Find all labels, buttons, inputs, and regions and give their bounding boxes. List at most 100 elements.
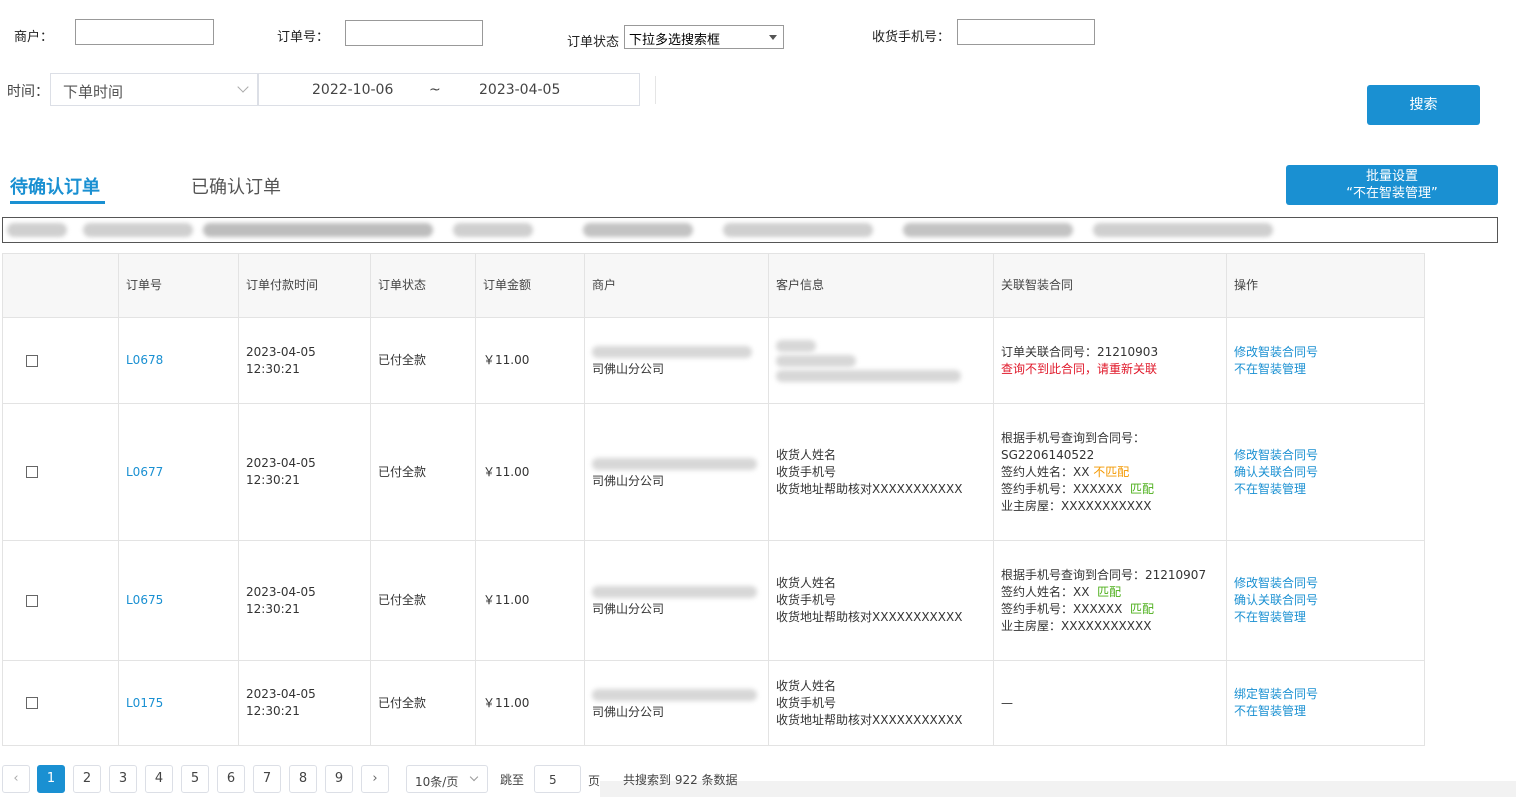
modify-contract-link[interactable]: 修改智装合同号 — [1234, 344, 1417, 361]
merchant-label: 商户： — [14, 30, 54, 45]
contract-error: 查询不到此合同，请重新关联 — [1001, 361, 1158, 376]
redacted-text — [592, 688, 757, 701]
page-button-1[interactable]: 1 — [37, 765, 65, 793]
page-button-9[interactable]: 9 — [325, 765, 353, 793]
contract-query: 根据手机号查询到合同号： — [1001, 430, 1146, 445]
order-status: 已付全款 — [370, 660, 476, 746]
header-pay-time: 订单付款时间 — [238, 253, 371, 318]
order-no-input[interactable] — [345, 20, 483, 46]
jump-label: 跳至 — [500, 773, 525, 787]
order-no-link[interactable]: L0175 — [126, 696, 163, 710]
search-button[interactable]: 搜索 — [1367, 85, 1480, 125]
header-actions: 操作 — [1226, 253, 1425, 318]
batch-button-line1: 批量设置 — [1365, 169, 1418, 184]
redacted-text — [7, 223, 67, 237]
redacted-text — [1093, 223, 1273, 237]
order-status-value: 下拉多选搜索框 — [629, 33, 721, 48]
phone-input[interactable] — [957, 19, 1095, 45]
page-button-5[interactable]: 5 — [181, 765, 209, 793]
date-end[interactable]: 2023-04-05 — [479, 82, 560, 98]
receiver-name: 收货人姓名 — [776, 678, 837, 693]
modify-contract-link[interactable]: 修改智装合同号 — [1234, 447, 1417, 464]
redacted-text — [583, 223, 693, 237]
order-amount: ￥11.00 — [475, 403, 585, 541]
not-managed-link[interactable]: 不在智装管理 — [1234, 361, 1417, 378]
bind-contract-link[interactable]: 绑定智装合同号 — [1234, 686, 1417, 703]
row-checkbox[interactable] — [26, 354, 38, 367]
chevron-down-icon — [469, 772, 479, 782]
row-checkbox[interactable] — [26, 466, 38, 478]
signer-name-row: 签约人姓名：XX 匹配 — [1001, 584, 1219, 601]
row-checkbox[interactable] — [26, 594, 38, 607]
prev-page-button[interactable]: ‹ — [2, 765, 30, 793]
page-button-3[interactable]: 3 — [109, 765, 137, 793]
batch-not-managed-button[interactable]: 批量设置 “不在智装管理” — [1286, 165, 1498, 205]
customer-cell: 收货人姓名 收货手机号 收货地址帮助核对XXXXXXXXXXX — [768, 660, 994, 746]
order-amount: ￥11.00 — [475, 660, 585, 746]
row-checkbox[interactable] — [26, 697, 38, 709]
pay-time: 2023-04-05 12:30:21 — [238, 540, 371, 661]
next-page-button[interactable]: › — [361, 765, 389, 793]
chevron-right-icon: › — [372, 771, 378, 786]
page-button-8[interactable]: 8 — [289, 765, 317, 793]
contract-cell: 根据手机号查询到合同号： SG2206140522 签约人姓名：XX 不匹配 签… — [993, 403, 1227, 541]
redacted-text — [723, 223, 873, 237]
receiver-name: 收货人姓名 — [776, 576, 837, 590]
tab-pending-orders[interactable]: 待确认订单 — [10, 173, 100, 199]
order-no-link[interactable]: L0677 — [126, 465, 163, 479]
customer-cell: 收货人姓名 收货手机号 收货地址帮助核对XXXXXXXXXXX — [768, 403, 994, 541]
page-button-7[interactable]: 7 — [253, 765, 281, 793]
pay-time: 2023-04-05 12:30:21 — [238, 317, 371, 404]
owner-house: 业主房屋：XXXXXXXXXXX — [1001, 618, 1152, 633]
match-status-badge: 匹配 — [1097, 584, 1122, 599]
redacted-text — [453, 223, 533, 237]
actions-cell: 修改智装合同号 不在智装管理 — [1226, 317, 1425, 404]
time-type-select[interactable]: 下单时间 — [50, 73, 258, 106]
date-start[interactable]: 2022-10-06 — [312, 82, 393, 98]
date-range-picker[interactable]: 2022-10-06 ~ 2023-04-05 — [258, 73, 640, 106]
header-customer: 客户信息 — [768, 253, 994, 318]
modify-contract-link[interactable]: 修改智装合同号 — [1234, 575, 1417, 592]
merchant-cell: 司佛山分公司 — [584, 317, 769, 404]
page-button-2[interactable]: 2 — [73, 765, 101, 793]
signer-phone-row: 签约手机号：XXXXXX 匹配 — [1001, 601, 1219, 618]
match-status-badge: 不匹配 — [1093, 464, 1130, 479]
order-amount: ￥11.00 — [475, 317, 585, 404]
page-size-select[interactable]: 10条/页 — [406, 765, 488, 793]
page-button-4[interactable]: 4 — [145, 765, 173, 793]
orders-table: 订单号 订单付款时间 订单状态 订单金额 商户 客户信息 关联智装合同 操作 L… — [2, 253, 1425, 746]
confirm-contract-link[interactable]: 确认关联合同号 — [1234, 464, 1417, 481]
header-select — [2, 253, 119, 318]
actions-cell: 绑定智装合同号 不在智装管理 — [1226, 660, 1425, 746]
order-no-link[interactable]: L0675 — [126, 593, 163, 607]
merchant-suffix: 司佛山分公司 — [592, 473, 665, 488]
table-header-row: 订单号 订单付款时间 订单状态 订单金额 商户 客户信息 关联智装合同 操作 — [2, 253, 1425, 318]
header-status: 订单状态 — [370, 253, 476, 318]
actions-cell: 修改智装合同号 确认关联合同号 不在智装管理 — [1226, 403, 1425, 541]
caret-down-icon — [769, 35, 777, 40]
batch-button-line2: “不在智装管理” — [1346, 186, 1438, 201]
page-button-6[interactable]: 6 — [217, 765, 245, 793]
receiver-address: 收货地址帮助核对XXXXXXXXXXX — [776, 712, 963, 727]
order-no-label: 订单号： — [277, 30, 330, 45]
confirm-contract-link[interactable]: 确认关联合同号 — [1234, 592, 1417, 609]
merchant-suffix: 司佛山分公司 — [592, 362, 665, 376]
order-status-select[interactable]: 下拉多选搜索框 — [624, 25, 784, 49]
date-separator: ~ — [429, 82, 441, 98]
chevron-left-icon: ‹ — [13, 771, 19, 786]
jump-page-input[interactable]: 5 — [534, 765, 581, 793]
not-managed-link[interactable]: 不在智装管理 — [1234, 609, 1417, 626]
order-status: 已付全款 — [370, 540, 476, 661]
not-managed-link[interactable]: 不在智装管理 — [1234, 481, 1417, 498]
order-no-link[interactable]: L0678 — [126, 353, 163, 367]
merchant-input[interactable] — [75, 19, 214, 45]
contract-cell: 根据手机号查询到合同号：21210907 签约人姓名：XX 匹配 签约手机号：X… — [993, 540, 1227, 661]
receiver-phone: 收货手机号 — [776, 695, 837, 710]
customer-cell — [768, 317, 994, 404]
receiver-address: 收货地址帮助核对XXXXXXXXXXX — [776, 481, 963, 496]
merchant-cell: 司佛山分公司 — [584, 403, 769, 541]
signer-phone: 签约手机号：XXXXXX — [1001, 481, 1123, 496]
table-row: L0678 2023-04-05 12:30:21 已付全款 ￥11.00 司佛… — [2, 317, 1425, 404]
not-managed-link[interactable]: 不在智装管理 — [1234, 703, 1417, 720]
tab-confirmed-orders[interactable]: 已确认订单 — [191, 173, 281, 199]
